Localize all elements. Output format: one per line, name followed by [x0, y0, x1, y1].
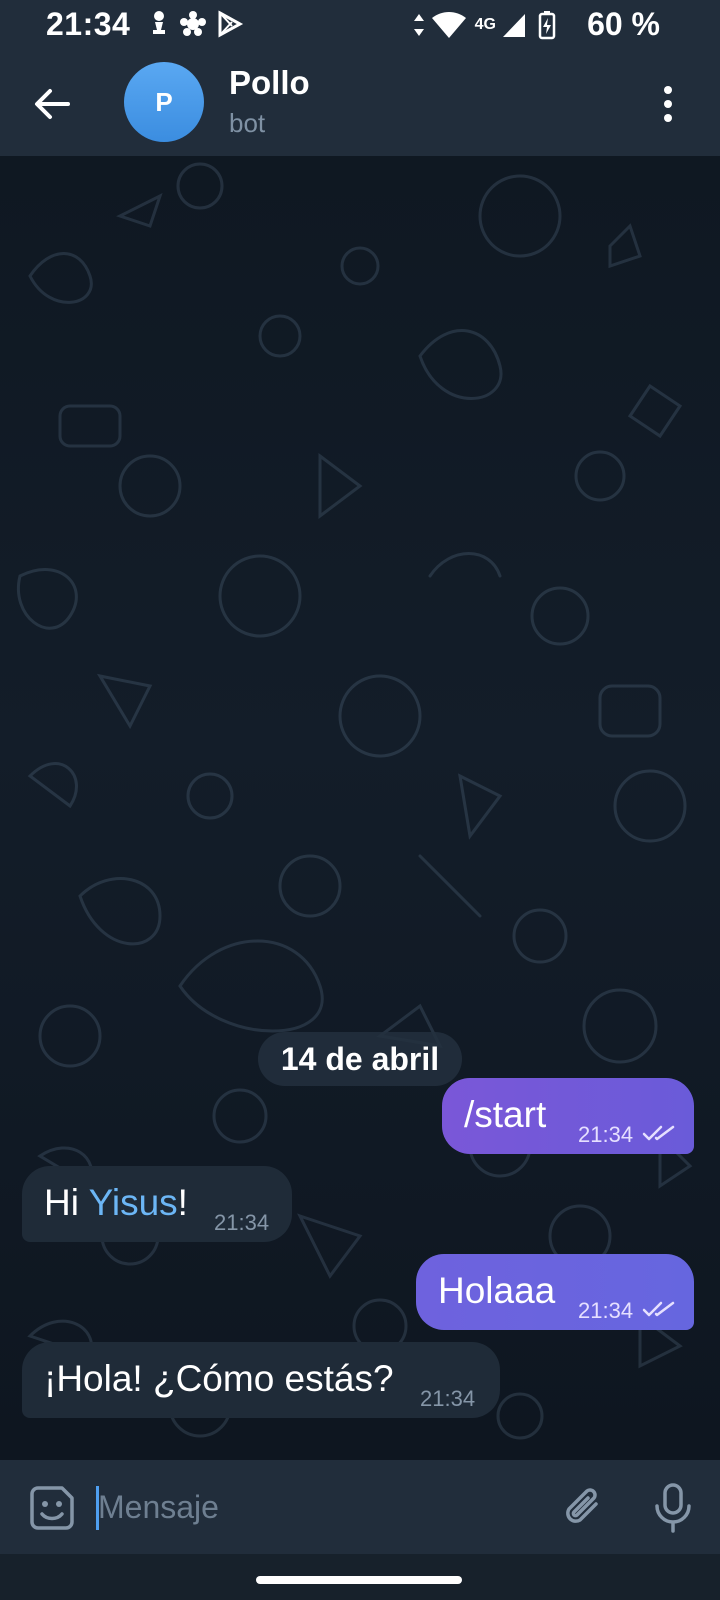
kebab-dot-icon	[664, 86, 672, 94]
double-check-icon	[642, 1301, 675, 1317]
status-time: 21:34	[46, 6, 131, 42]
message-bubble-incoming[interactable]: Hi Yisus! 21:34	[22, 1166, 292, 1242]
message-time: 21:34	[214, 1210, 270, 1235]
chat-subtitle: bot	[229, 108, 266, 138]
kebab-dot-icon	[664, 100, 672, 108]
wifi-icon	[431, 12, 466, 38]
message-text-part: Hi	[44, 1182, 89, 1223]
microphone-icon[interactable]	[650, 1482, 696, 1534]
avatar[interactable]: P	[124, 62, 204, 142]
message-bubble-incoming[interactable]: ¡Hola! ¿Cómo estás? 21:34	[22, 1342, 500, 1418]
message-composer	[0, 1460, 720, 1554]
chat-title[interactable]: Pollo	[229, 64, 310, 102]
battery-level: 60 %	[587, 6, 660, 42]
message-time: 21:34	[578, 1298, 634, 1323]
double-check-icon	[642, 1125, 675, 1141]
message-bubble-outgoing[interactable]: Holaaa 21:34	[416, 1254, 694, 1330]
message-time: 21:34	[420, 1386, 476, 1411]
message-text: Holaaa	[438, 1270, 556, 1311]
mention-link[interactable]: Yisus	[89, 1182, 178, 1223]
signal-icon	[503, 14, 525, 37]
connectivity-icons: 4G	[413, 10, 556, 40]
message-text: Hi Yisus!	[44, 1182, 188, 1224]
date-separator: 14 de abril	[258, 1032, 462, 1086]
message-bubble-outgoing[interactable]: /start 21:34	[442, 1078, 694, 1154]
more-options-button[interactable]	[656, 82, 680, 126]
message-time: 21:34	[578, 1122, 634, 1147]
message-text: ¡Hola! ¿Cómo estás?	[44, 1358, 394, 1399]
arrow-left-icon	[35, 89, 70, 119]
flower-icon	[180, 11, 206, 36]
chat-area[interactable]: 14 de abril /start 21:34 Hi Yisus! 21:34…	[0, 156, 720, 1460]
notification-icons	[148, 10, 244, 38]
home-indicator[interactable]	[256, 1576, 462, 1584]
sticker-emoji-icon[interactable]	[28, 1484, 76, 1532]
battery-charging-icon	[538, 11, 556, 40]
message-text-part: !	[177, 1182, 188, 1223]
system-navigation-bar	[0, 1554, 720, 1600]
kebab-dot-icon	[664, 114, 672, 122]
play-store-icon	[218, 10, 244, 38]
back-button[interactable]	[28, 82, 76, 126]
paperclip-icon[interactable]	[560, 1482, 608, 1532]
data-arrows-icon	[413, 14, 424, 36]
status-bar: 21:34 4G 60 %	[0, 0, 720, 52]
chat-header: P Pollo bot	[0, 52, 720, 156]
message-input[interactable]	[98, 1482, 518, 1532]
chess-pawn-icon	[153, 11, 165, 34]
network-type: 4G	[474, 16, 496, 33]
message-text: /start	[464, 1094, 547, 1135]
